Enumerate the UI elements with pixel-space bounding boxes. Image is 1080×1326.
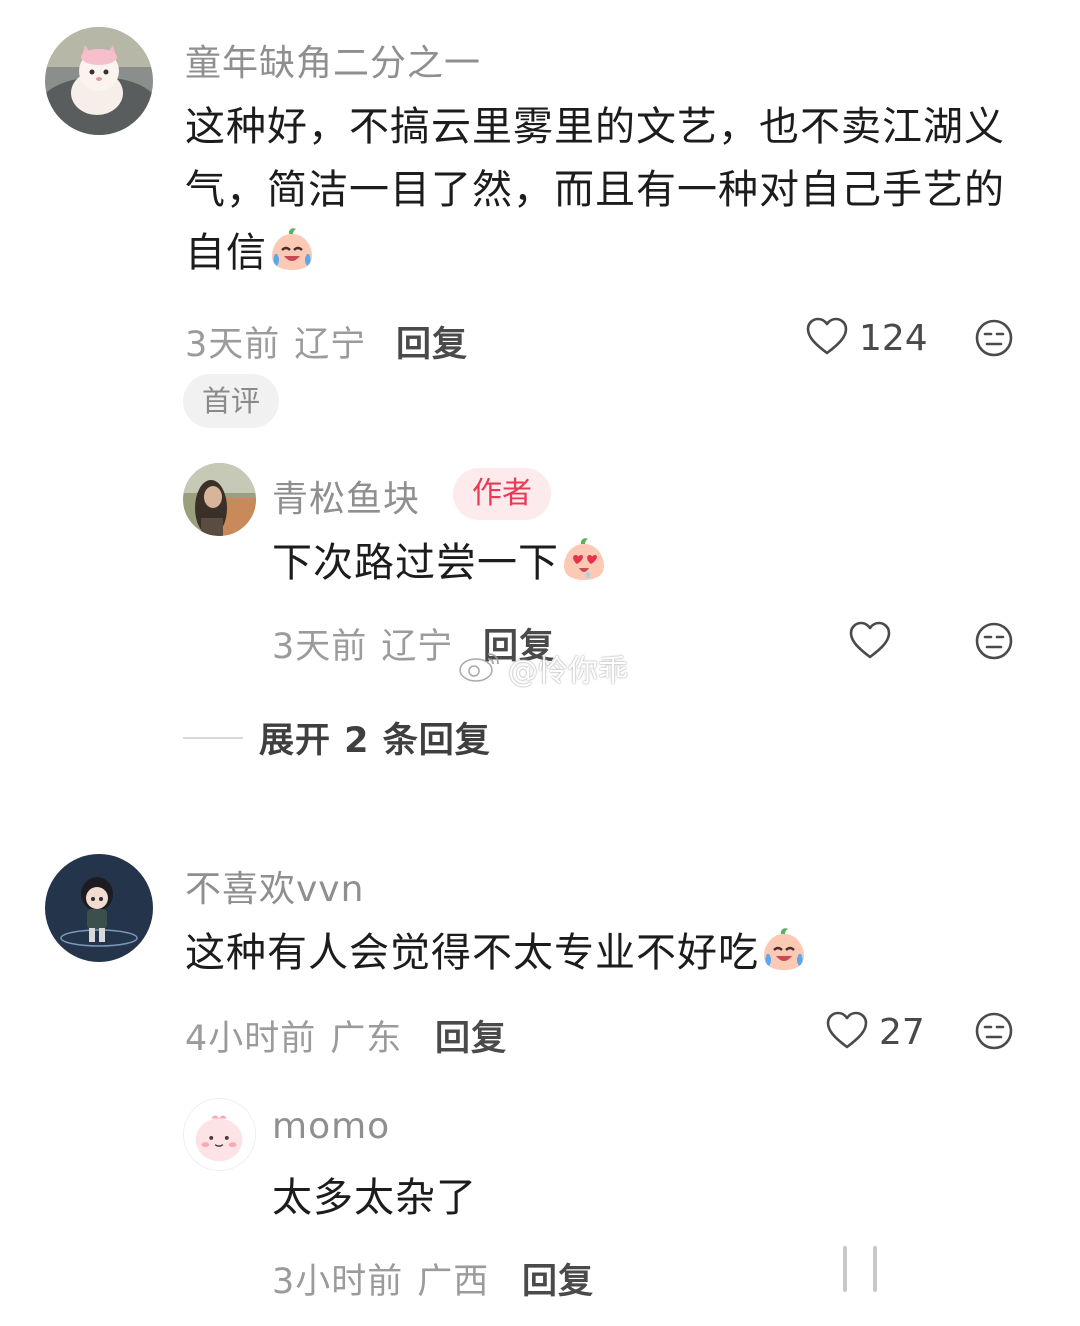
heart-icon [825,1010,869,1054]
watermark-text: @怜你乖 [508,654,628,689]
dislike-button[interactable] [974,621,1014,661]
like-button[interactable] [848,620,892,664]
avatar[interactable] [183,463,256,536]
crying-laugh-emoji-icon [269,226,315,272]
comment-location: 辽宁 [294,325,367,365]
expand-replies-label: 展开 2 条回复 [259,721,491,761]
reply-meta: 3天前 辽宁 [272,618,453,669]
dislike-button[interactable] [974,1011,1014,1051]
reply-text-content: 太多太杂了 [272,1175,477,1221]
reply-button[interactable]: 回复 [435,1010,507,1061]
reply-username[interactable]: momo [272,1106,390,1147]
like-button[interactable]: 27 [825,1010,925,1054]
reply-username[interactable]: 青松鱼块 [272,470,420,522]
first-comment-badge: 首评 [183,374,280,428]
heart-icon [848,620,892,664]
reply-location: 广西 [417,1262,490,1302]
crying-laugh-emoji-icon [761,926,807,972]
reply-time: 3小时前 [272,1262,404,1302]
heart-eyes-emoji-icon [561,536,607,582]
reply-text-content: 下次路过尝一下 [272,540,559,586]
reply-meta: 3小时前 广西 [272,1253,489,1304]
expand-replies-button[interactable]: 展开 2 条回复 [183,712,491,763]
comment-location: 广东 [330,1019,403,1059]
comment-text-content: 这种有人会觉得不太专业不好吃 [185,930,759,976]
unamused-face-icon [975,622,1013,660]
heart-icon [805,316,849,360]
avatar[interactable] [45,27,153,135]
comment-meta: 3天前 辽宁 [185,316,366,367]
divider-line [183,736,243,739]
comment-meta: 4小时前 广东 [185,1010,402,1061]
like-button[interactable]: 124 [805,316,928,360]
comment-time: 3天前 [185,325,281,365]
reply-text: 太多太杂了 [272,1167,1032,1230]
like-count: 27 [879,1011,925,1053]
scroll-indicator [843,1246,883,1292]
unamused-face-icon [975,1012,1013,1050]
reply-button[interactable]: 回复 [396,316,468,367]
reply-text: 下次路过尝一下 [272,532,1032,595]
dislike-button[interactable] [974,318,1014,358]
weibo-logo-icon [458,648,502,688]
comment-time: 4小时前 [185,1019,317,1059]
like-count: 124 [859,317,928,359]
avatar[interactable] [183,1098,256,1171]
author-badge: 作者 [453,468,551,520]
comment-username[interactable]: 不喜欢vvn [185,860,364,912]
comment-text: 这种好，不搞云里雾里的文艺，也不卖江湖义气，简洁一目了然，而且有一种对自己手艺的… [185,96,1035,285]
avatar[interactable] [45,854,153,962]
reply-button[interactable]: 回复 [522,1253,594,1304]
comment-username[interactable]: 童年缺角二分之一 [185,34,481,86]
unamused-face-icon [975,319,1013,357]
comment-text: 这种有人会觉得不太专业不好吃 [185,922,1035,985]
watermark: @怜你乖 [458,646,628,690]
reply-location: 辽宁 [381,627,454,667]
reply-time: 3天前 [272,627,368,667]
